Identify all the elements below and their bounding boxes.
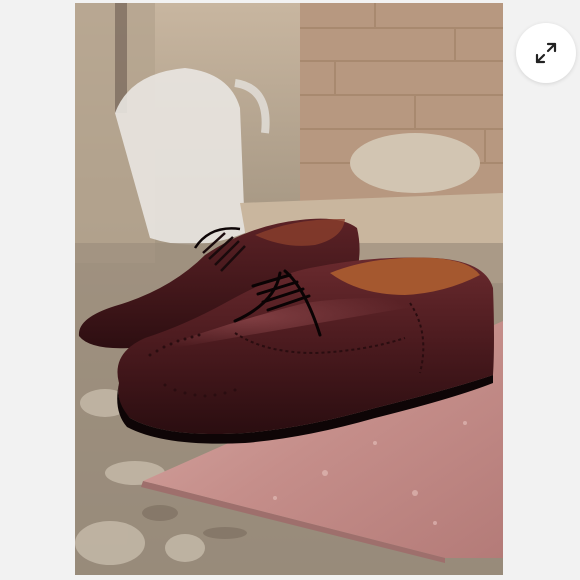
product-photo[interactable] xyxy=(75,3,503,575)
expand-arrows-icon xyxy=(535,42,557,64)
product-photo-image xyxy=(75,3,503,575)
image-viewer xyxy=(0,0,580,580)
expand-button[interactable] xyxy=(516,23,576,83)
